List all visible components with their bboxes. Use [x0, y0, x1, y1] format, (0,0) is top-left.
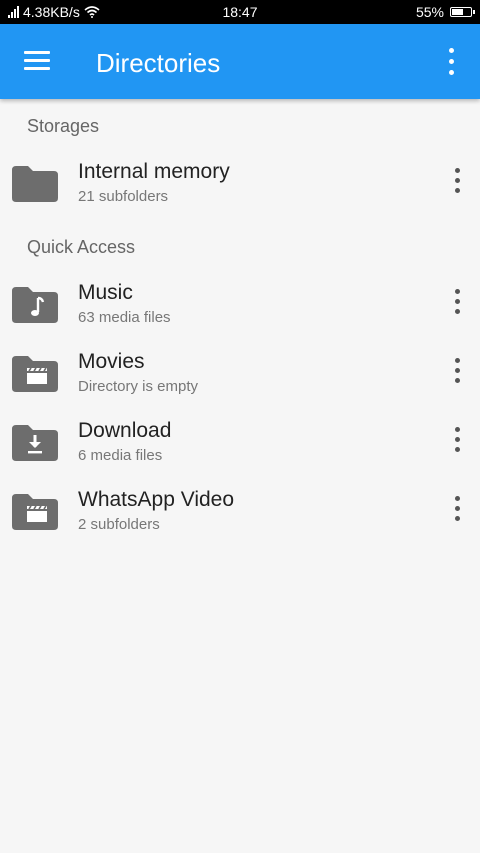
item-subtitle: 2 subfolders [78, 516, 160, 533]
hamburger-menu-icon[interactable] [24, 51, 50, 71]
list-item-whatsapp-video[interactable]: WhatsApp Video 2 subfolders [0, 476, 480, 542]
movie-folder-icon [12, 494, 58, 530]
item-more-icon[interactable] [452, 358, 462, 386]
list-item-download[interactable]: Download 6 media files [0, 407, 480, 473]
item-subtitle: 63 media files [78, 309, 171, 326]
section-header-quick-access: Quick Access [27, 237, 136, 257]
list-item-movies[interactable]: Movies Directory is empty [0, 338, 480, 404]
download-folder-icon [12, 425, 58, 461]
item-subtitle: 6 media files [78, 447, 163, 464]
section-header-storages: Storages [27, 116, 100, 136]
battery-percent: 55% [415, 4, 444, 20]
item-subtitle: Directory is empty [78, 378, 199, 395]
item-title: Internal memory [78, 160, 230, 183]
item-more-icon[interactable] [452, 289, 462, 317]
app-bar: Directories [0, 24, 480, 99]
folder-icon [12, 166, 58, 202]
status-time: 18:47 [222, 4, 258, 20]
page-title: Directories [96, 48, 221, 78]
item-title: Music [78, 281, 133, 304]
music-folder-icon [12, 287, 58, 323]
status-bar: 4.38KB/s 18:47 55% [0, 0, 480, 24]
movie-folder-icon [12, 356, 58, 392]
item-more-icon[interactable] [452, 168, 462, 196]
item-more-icon[interactable] [452, 496, 462, 524]
item-title: Download [78, 419, 172, 442]
item-title: WhatsApp Video [78, 488, 235, 511]
item-more-icon[interactable] [452, 427, 462, 455]
battery-icon [450, 7, 475, 17]
overflow-menu-icon[interactable] [446, 48, 456, 76]
list-item-music[interactable]: Music 63 media files [0, 269, 480, 335]
item-title: Movies [78, 350, 145, 373]
list-item-internal-memory[interactable]: Internal memory 21 subfolders [0, 148, 480, 214]
status-right: 55% [415, 4, 475, 20]
item-subtitle: 21 subfolders [78, 188, 169, 205]
